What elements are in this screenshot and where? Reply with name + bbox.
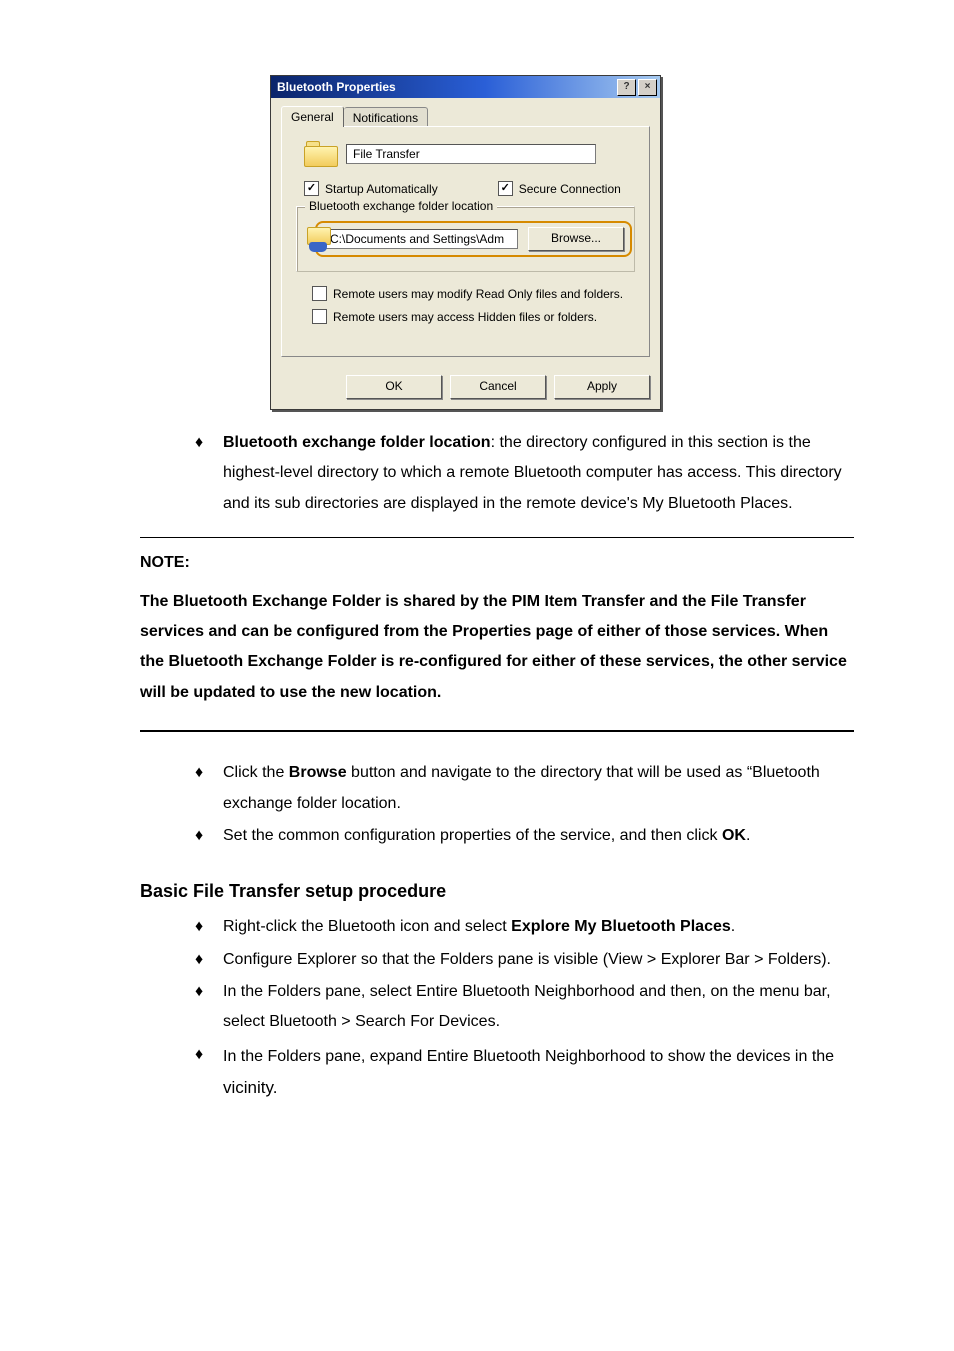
dialog-title: Bluetooth Properties [277,80,615,94]
dialog-body: General Notifications ✓ Startup Automati… [271,98,660,365]
tab-notifications[interactable]: Notifications [344,107,428,128]
service-name-field[interactable] [346,144,596,164]
dialog-button-row: OK Cancel Apply [271,365,660,409]
perm-hidden-label: Remote users may access Hidden files or … [333,310,597,324]
tab-general[interactable]: General [281,106,344,127]
step-bold: Explore My Bluetooth Places [511,918,731,935]
list-item: ♦ Click the Browse button and navigate t… [195,758,854,819]
tab-panel-general: ✓ Startup Automatically ✓ Secure Connect… [281,126,650,357]
list-item: ♦ Bluetooth exchange folder location: th… [195,428,854,519]
perm-modify-label: Remote users may modify Read Only files … [333,287,623,301]
step-text: Click the [223,764,289,781]
step-text: Right-click the Bluetooth icon and selec… [223,918,511,935]
step-text: In the Folders pane, expand Entire Bluet… [223,1048,834,1065]
apply-button[interactable]: Apply [554,375,650,399]
note-body: The Bluetooth Exchange Folder is shared … [140,587,854,709]
basic-setup-steps-list: ♦ Right-click the Bluetooth icon and sel… [195,912,854,1104]
exchange-folder-description-list: ♦ Bluetooth exchange folder location: th… [195,428,854,519]
secure-label: Secure Connection [519,182,621,196]
service-name-input[interactable] [351,146,595,162]
modify-readonly-checkbox[interactable]: Remote users may modify Read Only files … [312,286,637,301]
step-bold: Browse [289,764,347,781]
access-hidden-checkbox[interactable]: Remote users may access Hidden files or … [312,309,637,324]
checkbox-checked-icon: ✓ [304,181,319,196]
step-text: . [731,918,735,935]
section-title-basic-setup: Basic File Transfer setup procedure [140,881,854,902]
note-heading: NOTE: [140,548,854,578]
bullet-icon: ♦ [195,977,223,1038]
step-text: Set the common configuration properties … [223,827,722,844]
bullet-icon: ♦ [195,821,223,851]
note-block: NOTE: The Bluetooth Exchange Folder is s… [140,537,854,732]
post-note-steps-list: ♦ Click the Browse button and navigate t… [195,758,854,851]
browse-button[interactable]: Browse... [528,227,624,251]
ok-button[interactable]: OK [346,375,442,399]
cancel-button[interactable]: Cancel [450,375,546,399]
list-item: ♦ Set the common configuration propertie… [195,821,854,851]
startup-label: Startup Automatically [325,182,438,196]
list-item: ♦ Right-click the Bluetooth icon and sel… [195,912,854,942]
bullet-icon: ♦ [195,1040,223,1105]
list-item: ♦ In the Folders pane, select Entire Blu… [195,977,854,1038]
bullet-icon: ♦ [195,428,223,519]
exchange-folder-groupbox: Bluetooth exchange folder location Brows… [296,206,635,272]
checkbox-checked-icon: ✓ [498,181,513,196]
tabstrip: General Notifications [281,104,650,126]
secure-connection-checkbox[interactable]: ✓ Secure Connection [498,181,621,196]
checkbox-unchecked-icon [312,286,327,301]
list-item: ♦ In the Folders pane, expand Entire Blu… [195,1040,854,1105]
step-text: In the Folders pane, select Entire Bluet… [223,977,854,1038]
bluetooth-properties-dialog: Bluetooth Properties ? × General Notific… [270,75,661,410]
step-text: vicinity. [223,1078,277,1097]
exchange-folder-path-field[interactable] [323,229,518,249]
startup-automatically-checkbox[interactable]: ✓ Startup Automatically [304,181,438,196]
step-bold: OK [722,827,746,844]
close-icon[interactable]: × [638,79,657,96]
step-text: Configure Explorer so that the Folders p… [223,945,854,975]
list-item: ♦ Configure Explorer so that the Folders… [195,945,854,975]
exchange-folder-path-input[interactable] [328,231,517,247]
bullet1-lead: Bluetooth exchange folder location [223,434,491,451]
bullet-icon: ♦ [195,912,223,942]
step-text: . [746,827,750,844]
checkbox-unchecked-icon [312,309,327,324]
bullet-icon: ♦ [195,758,223,819]
groupbox-legend: Bluetooth exchange folder location [305,199,497,213]
folder-icon [304,141,338,167]
help-icon[interactable]: ? [617,79,636,96]
dialog-titlebar[interactable]: Bluetooth Properties ? × [271,76,660,98]
highlight-annotation: Browse... [315,221,632,257]
bullet-icon: ♦ [195,945,223,975]
